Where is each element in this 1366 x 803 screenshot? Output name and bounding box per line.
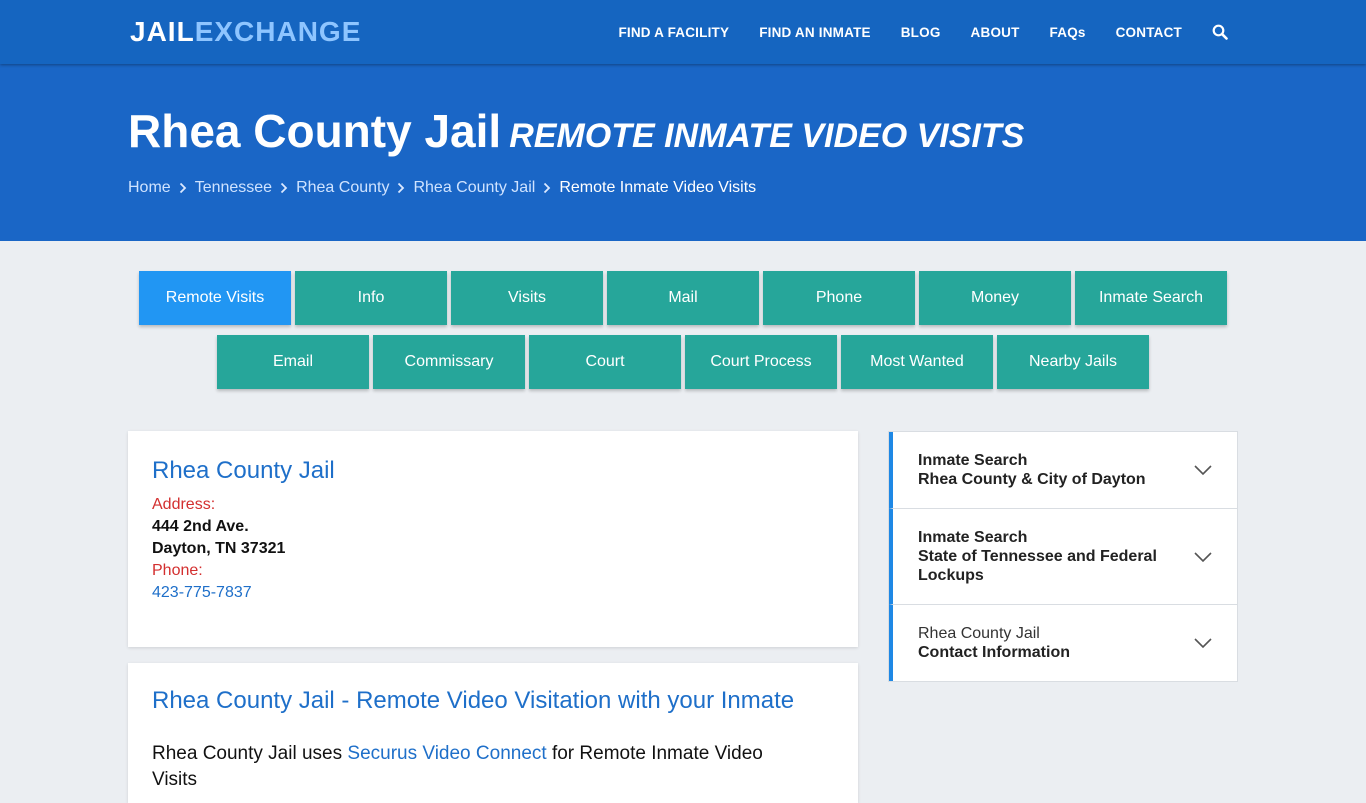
tab-mail[interactable]: Mail	[607, 271, 759, 325]
chevron-right-icon	[173, 180, 193, 196]
page-title-sub: REMOTE INMATE VIDEO VISITS	[509, 117, 1025, 155]
phone-label: Phone:	[152, 562, 203, 579]
main-menu: FIND A FACILITY FIND AN INMATE BLOG ABOU…	[588, 0, 1228, 64]
sidebar-item-title: Inmate Search	[918, 452, 1028, 469]
article-text-before: Rhea County Jail uses	[152, 743, 348, 764]
tab-nearby-jails[interactable]: Nearby Jails	[997, 335, 1149, 389]
securus-link[interactable]: Securus Video Connect	[347, 743, 546, 764]
hero-banner: Rhea County Jail REMOTE INMATE VIDEO VISI…	[0, 64, 1366, 241]
tab-court-process[interactable]: Court Process	[685, 335, 837, 389]
nav-find-inmate[interactable]: FIND AN INMATE	[759, 25, 871, 40]
article-paragraph: Rhea County Jail uses Securus Video Conn…	[152, 741, 792, 793]
sidebar-item-subtitle: Rhea County & City of Dayton	[918, 471, 1146, 488]
sidebar-item-inmate-search-state[interactable]: Inmate Search State of Tennessee and Fed…	[889, 509, 1237, 605]
breadcrumb-tennessee[interactable]: Tennessee	[195, 179, 272, 197]
facility-name: Rhea County Jail	[152, 457, 335, 484]
nav-blog[interactable]: BLOG	[901, 25, 941, 40]
sidebar-accordion: Inmate Search Rhea County & City of Dayt…	[888, 431, 1238, 682]
tab-row-1: Remote Visits Info Visits Mail Phone Mon…	[0, 271, 1366, 325]
tab-info[interactable]: Info	[295, 271, 447, 325]
sidebar-item-title: Inmate Search	[918, 529, 1028, 546]
tab-remote-visits[interactable]: Remote Visits	[139, 271, 291, 325]
sidebar-item-title: Rhea County Jail	[918, 625, 1040, 642]
phone-link[interactable]: 423-775-7837	[152, 582, 834, 604]
address-line-2: Dayton, TN 37321	[152, 540, 286, 557]
chevron-right-icon	[537, 180, 557, 196]
chevron-right-icon	[274, 180, 294, 196]
breadcrumb-rhea-county-jail[interactable]: Rhea County Jail	[413, 179, 535, 197]
page-title-main: Rhea County Jail	[128, 105, 502, 157]
logo-part-exchange: EXCHANGE	[194, 16, 362, 47]
nav-find-facility[interactable]: FIND A FACILITY	[618, 25, 729, 40]
address-label: Address:	[152, 496, 216, 513]
address-line-1: 444 2nd Ave.	[152, 518, 249, 535]
chevron-down-icon	[1194, 638, 1212, 649]
nav-contact[interactable]: CONTACT	[1116, 25, 1182, 40]
site-logo[interactable]: JAILEXCHANGE	[130, 17, 361, 47]
breadcrumb-home[interactable]: Home	[128, 179, 171, 197]
tab-phone[interactable]: Phone	[763, 271, 915, 325]
chevron-right-icon	[391, 180, 411, 196]
article-title: Rhea County Jail - Remote Video Visitati…	[152, 687, 795, 714]
tab-most-wanted[interactable]: Most Wanted	[841, 335, 993, 389]
sidebar-item-contact-info[interactable]: Rhea County Jail Contact Information	[889, 605, 1237, 681]
search-icon[interactable]	[1212, 24, 1228, 40]
sidebar-item-inmate-search-county[interactable]: Inmate Search Rhea County & City of Dayt…	[889, 432, 1237, 509]
chevron-down-icon	[1194, 551, 1212, 562]
tab-money[interactable]: Money	[919, 271, 1071, 325]
breadcrumb-rhea-county[interactable]: Rhea County	[296, 179, 389, 197]
top-navbar: JAILEXCHANGE FIND A FACILITY FIND AN INM…	[0, 0, 1366, 64]
sidebar-item-subtitle: State of Tennessee and Federal Lockups	[918, 548, 1157, 584]
nav-about[interactable]: ABOUT	[971, 25, 1020, 40]
sidebar-item-subtitle: Contact Information	[918, 644, 1070, 661]
breadcrumb: Home Tennessee Rhea County Rhea County J…	[128, 179, 756, 197]
facility-card: Rhea County Jail Address: 444 2nd Ave. D…	[128, 431, 858, 647]
tab-commissary[interactable]: Commissary	[373, 335, 525, 389]
nav-faqs[interactable]: FAQs	[1050, 25, 1086, 40]
facility-tabs: Remote Visits Info Visits Mail Phone Mon…	[0, 271, 1366, 399]
tab-row-2: Email Commissary Court Court Process Mos…	[0, 335, 1366, 389]
tab-visits[interactable]: Visits	[451, 271, 603, 325]
chevron-down-icon	[1194, 465, 1212, 476]
article-card: Rhea County Jail - Remote Video Visitati…	[128, 663, 858, 803]
tab-inmate-search[interactable]: Inmate Search	[1075, 271, 1227, 325]
breadcrumb-current: Remote Inmate Video Visits	[559, 179, 757, 196]
tab-email[interactable]: Email	[217, 335, 369, 389]
tab-court[interactable]: Court	[529, 335, 681, 389]
page-title: Rhea County Jail REMOTE INMATE VIDEO VISI…	[128, 104, 1024, 158]
logo-part-jail: JAIL	[130, 16, 195, 47]
